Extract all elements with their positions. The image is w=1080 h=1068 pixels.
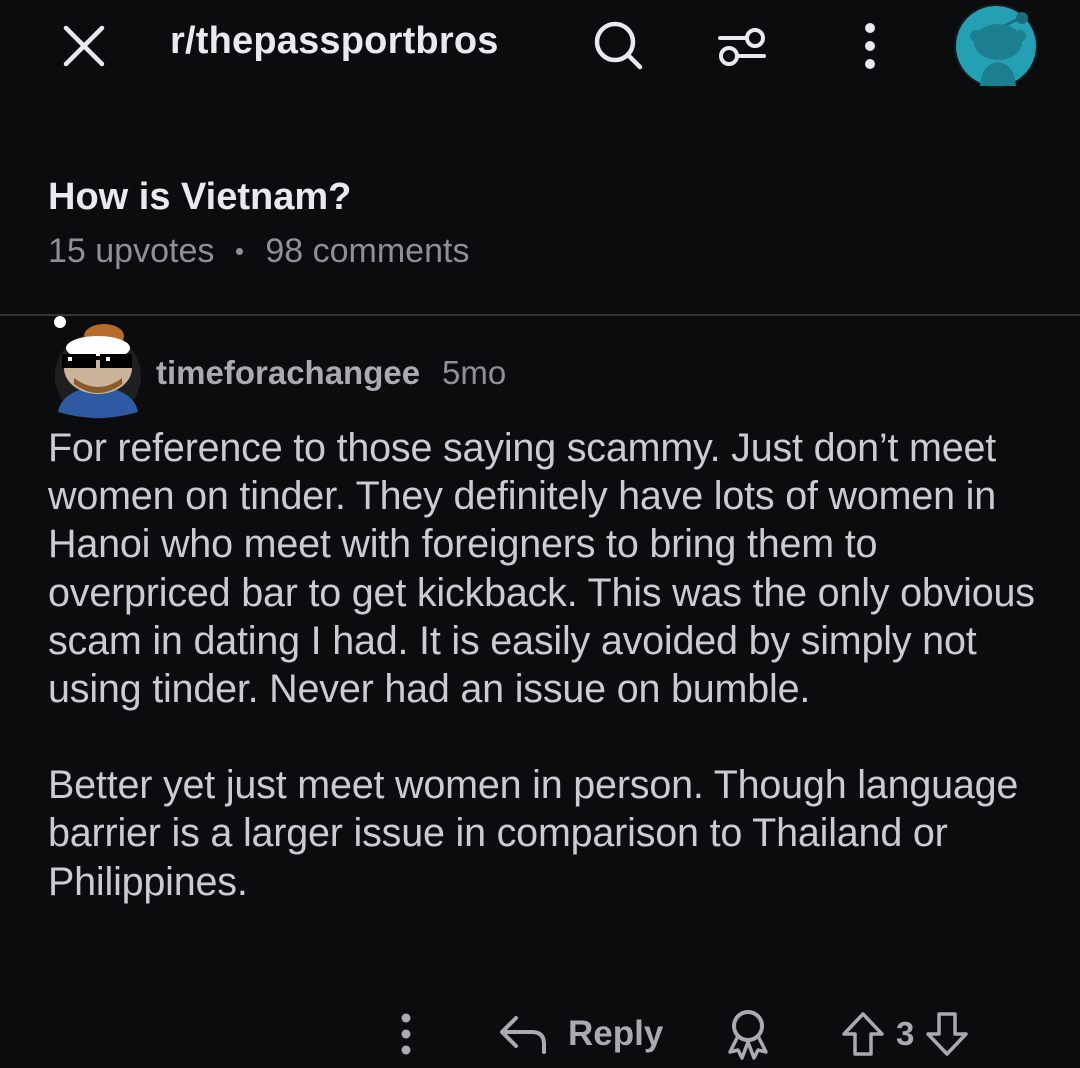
search-button[interactable] xyxy=(582,10,654,82)
user-avatar[interactable] xyxy=(952,2,1040,90)
separator-dot xyxy=(236,248,244,255)
search-icon xyxy=(594,21,643,70)
comment-paragraph: Better yet just meet women in person. Th… xyxy=(48,763,1019,904)
comment-count: 98 comments xyxy=(265,232,470,270)
award-icon xyxy=(728,1010,768,1060)
vote-group: 3 xyxy=(840,1006,970,1062)
upvote-arrow-icon[interactable] xyxy=(840,1010,886,1058)
close-icon xyxy=(63,25,105,67)
post-meta: 15 upvotes 98 comments xyxy=(48,232,469,271)
comment-author-avatar[interactable] xyxy=(48,312,148,420)
more-options-button[interactable] xyxy=(838,10,902,82)
subreddit-name[interactable]: r/thepassportbros xyxy=(170,20,499,63)
comment-vote-count: 3 xyxy=(896,1015,915,1052)
snoo-sunglasses-avatar-icon xyxy=(54,316,141,419)
reply-label: Reply xyxy=(568,1014,664,1053)
reply-button[interactable]: Reply xyxy=(498,1008,663,1060)
comment-age: 5mo xyxy=(442,354,507,391)
close-button[interactable] xyxy=(50,12,118,80)
reply-icon xyxy=(500,1016,546,1054)
downvote-arrow-icon[interactable] xyxy=(924,1010,970,1058)
more-vertical-icon xyxy=(401,1013,411,1055)
filter-icon xyxy=(718,28,766,66)
post-title[interactable]: How is Vietnam? xyxy=(48,176,351,219)
more-vertical-icon xyxy=(865,23,875,69)
award-button[interactable] xyxy=(720,1006,776,1062)
snoo-avatar-icon xyxy=(954,4,1038,88)
comment-body: For reference to those saying scammy. Ju… xyxy=(48,424,1048,906)
comment-more-button[interactable] xyxy=(386,1004,426,1064)
comment-paragraph: For reference to those saying scammy. Ju… xyxy=(48,426,1035,712)
upvote-count: 15 upvotes xyxy=(48,232,215,270)
filter-button[interactable] xyxy=(706,10,778,82)
top-bar: r/thepassportbros xyxy=(0,0,1080,90)
comment-author-name[interactable]: timeforachangee xyxy=(156,354,420,392)
comment-action-bar: Reply 3 xyxy=(0,1000,1080,1068)
divider xyxy=(0,314,1080,316)
